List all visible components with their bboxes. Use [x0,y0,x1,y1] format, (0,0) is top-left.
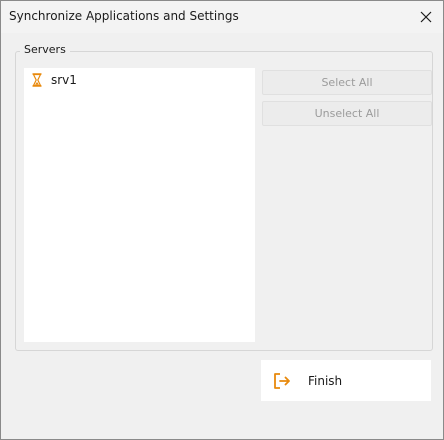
title-bar: Synchronize Applications and Settings [1,1,443,33]
window-title: Synchronize Applications and Settings [9,9,239,23]
sync-dialog: Synchronize Applications and Settings Se… [0,0,444,440]
server-list[interactable]: srv1 [24,68,255,342]
close-button[interactable] [409,1,443,33]
server-name: srv1 [51,73,77,87]
exit-arrow-icon [274,372,290,389]
servers-group-label: Servers [20,43,70,56]
finish-label: Finish [308,373,343,388]
server-list-item[interactable]: srv1 [31,72,77,88]
select-all-button[interactable]: Select All [262,70,432,95]
close-icon [420,11,432,23]
unselect-all-button[interactable]: Unselect All [262,101,432,126]
hourglass-icon [32,73,42,87]
finish-button[interactable]: Finish [261,360,431,401]
